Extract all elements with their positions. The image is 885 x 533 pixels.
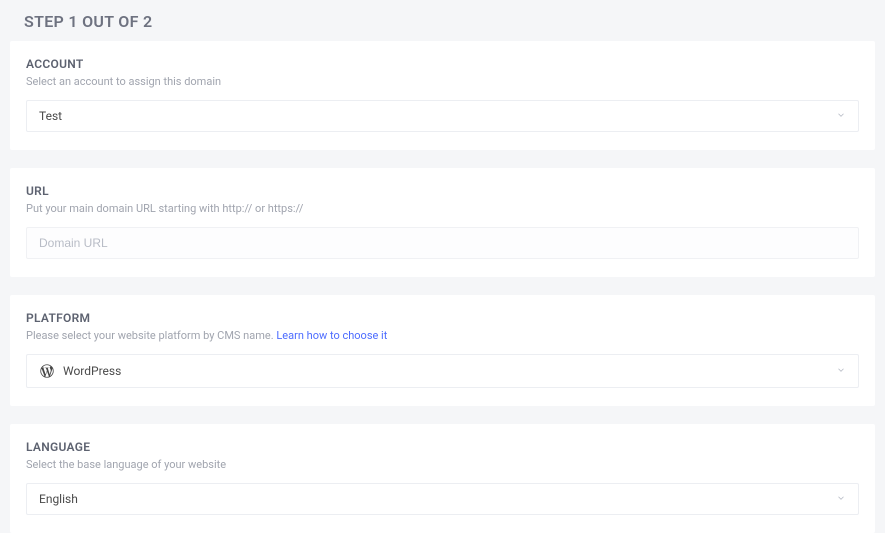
language-select-value: English	[39, 492, 78, 506]
platform-hint-text: Please select your website platform by C…	[26, 329, 276, 342]
page-title: STEP 1 OUT OF 2	[0, 0, 885, 41]
platform-card: PLATFORM Please select your website plat…	[10, 295, 875, 406]
url-hint: Put your main domain URL starting with h…	[26, 202, 859, 215]
language-hint: Select the base language of your website	[26, 458, 859, 471]
platform-select[interactable]: WordPress	[26, 354, 859, 388]
account-select-value: Test	[39, 109, 62, 123]
language-label: LANGUAGE	[26, 440, 859, 454]
account-select[interactable]: Test	[26, 100, 859, 132]
platform-label: PLATFORM	[26, 311, 859, 325]
account-label: ACCOUNT	[26, 57, 859, 71]
wordpress-icon	[39, 363, 55, 379]
language-select[interactable]: English	[26, 483, 859, 515]
chevron-down-icon	[836, 109, 846, 123]
platform-hint-link[interactable]: Learn how to choose it	[276, 329, 387, 342]
url-label: URL	[26, 184, 859, 198]
account-card: ACCOUNT Select an account to assign this…	[10, 41, 875, 150]
platform-hint: Please select your website platform by C…	[26, 329, 859, 342]
account-hint: Select an account to assign this domain	[26, 75, 859, 88]
url-card: URL Put your main domain URL starting wi…	[10, 168, 875, 277]
chevron-down-icon	[836, 492, 846, 506]
chevron-down-icon	[836, 364, 846, 378]
platform-select-value: WordPress	[63, 364, 121, 378]
language-card: LANGUAGE Select the base language of you…	[10, 424, 875, 533]
url-input[interactable]	[26, 227, 859, 259]
